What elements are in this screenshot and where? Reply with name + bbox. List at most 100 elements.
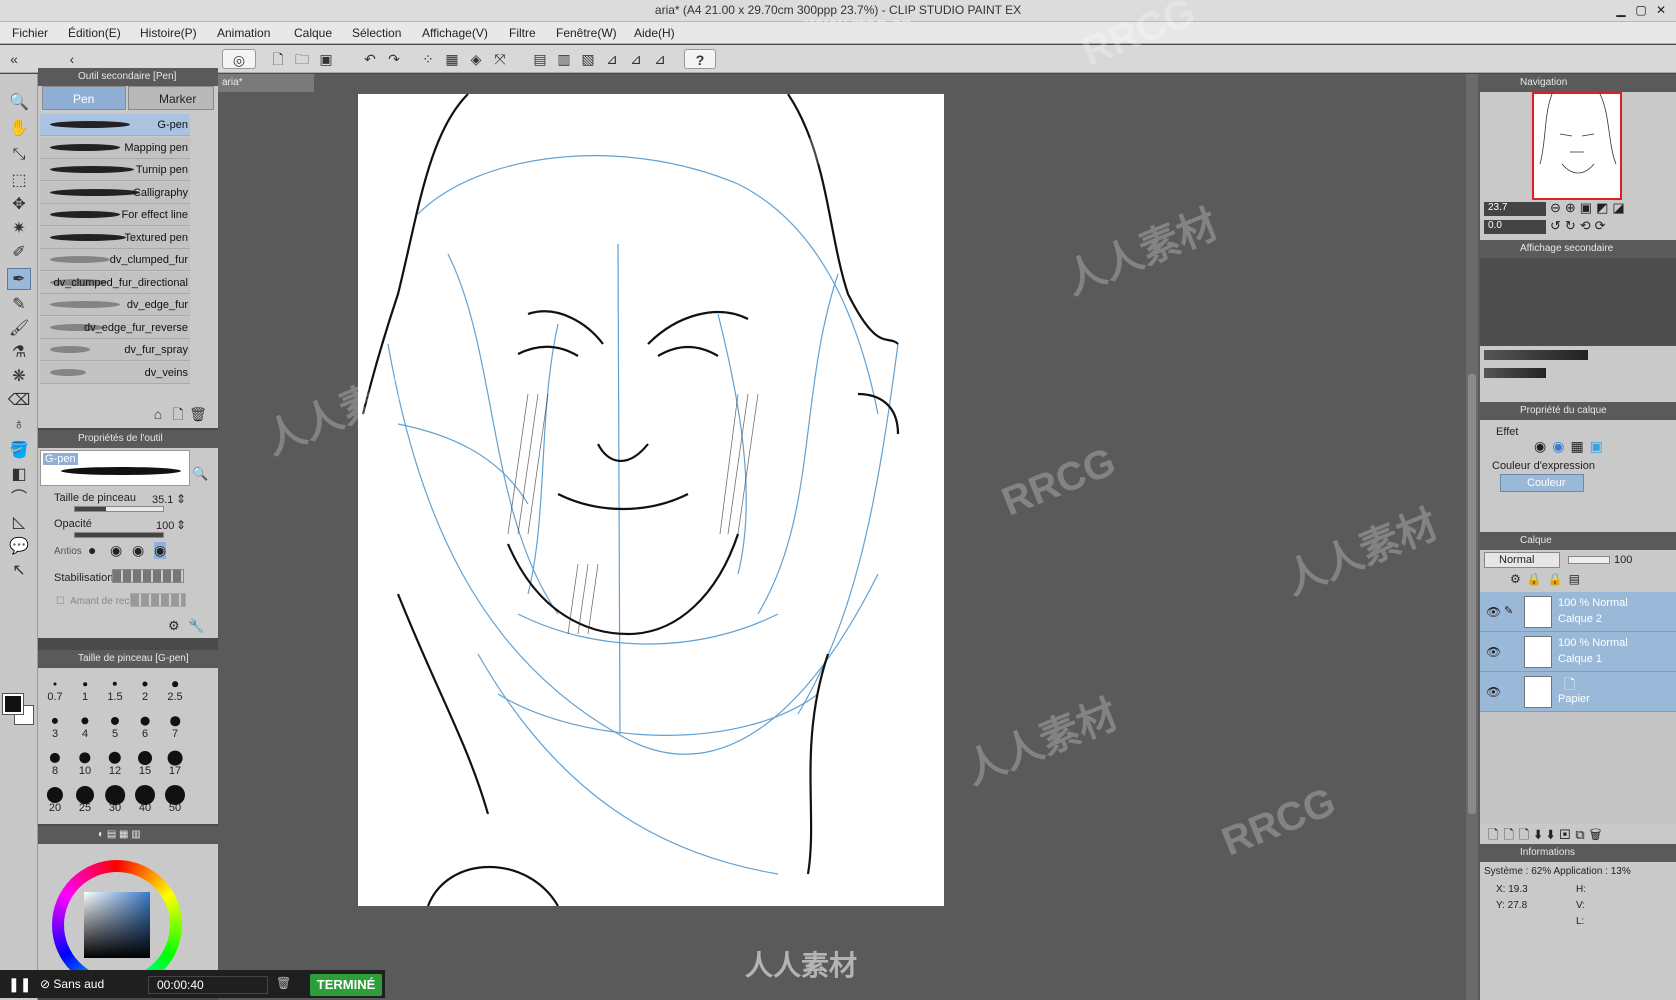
layer-opacity-value[interactable]: 100	[1614, 554, 1632, 566]
snap-icon[interactable]: ▧	[578, 49, 598, 69]
antialias-weak-icon[interactable]: ◉	[110, 542, 122, 559]
rotation-controls[interactable]: ↺↻⟲⟳	[1550, 218, 1610, 234]
brush-size-preset[interactable]: 15	[130, 748, 160, 778]
figure-tool-icon[interactable]: ⌒	[7, 488, 31, 510]
subtool-settings-icon[interactable]: ⌂	[148, 404, 168, 424]
help-icon[interactable]: ?	[684, 49, 716, 69]
snap-special-icon[interactable]: ⊿	[626, 49, 646, 69]
brush-size-preset[interactable]: 50	[160, 785, 190, 815]
menu-fichier[interactable]: Fichier	[12, 26, 48, 40]
brush-item[interactable]: Textured pen	[40, 226, 190, 249]
fill-tool-icon[interactable]: 🪣	[7, 440, 31, 462]
menu-animation[interactable]: Animation	[217, 26, 270, 40]
tool-settings-icon[interactable]: ⚙	[168, 618, 180, 634]
brush-size-preset[interactable]: 1	[70, 674, 100, 704]
open-file-icon[interactable]: 🗀	[292, 49, 312, 69]
brush-item[interactable]: For effect line	[40, 204, 190, 226]
color-saturation-square[interactable]	[84, 892, 150, 958]
tool-detail-icon[interactable]: 🔧	[188, 618, 204, 634]
menu-edition[interactable]: Édition(E)	[68, 26, 121, 40]
brush-item[interactable]: dv_clumped_fur	[40, 249, 190, 271]
brush-size-preset[interactable]: 2.5	[160, 674, 190, 704]
brush-item[interactable]: dv_edge_fur_reverse	[40, 316, 190, 339]
brush-size-preset[interactable]: 25	[70, 785, 100, 815]
menu-histoire[interactable]: Histoire(P)	[140, 26, 197, 40]
collapse-left-icon[interactable]: «	[4, 49, 24, 69]
airbrush-tool-icon[interactable]: ⚗	[7, 342, 31, 364]
menu-selection[interactable]: Sélection	[352, 26, 401, 40]
antialias-strong-icon[interactable]: ◉	[154, 542, 167, 559]
brush-size-preset[interactable]: 0.7	[40, 674, 70, 704]
canvas-scroll-thumb[interactable]	[1468, 374, 1476, 814]
visibility-eye-icon[interactable]: 👁	[1486, 645, 1501, 659]
visibility-eye-icon[interactable]: 👁	[1486, 605, 1501, 619]
minimize-icon[interactable]: ▁	[1614, 3, 1628, 17]
pen-tool-icon[interactable]: ✒	[7, 268, 31, 290]
redo-icon[interactable]: ↷	[384, 49, 404, 69]
brush-size-preset[interactable]: 40	[130, 785, 160, 815]
brush-size-value[interactable]: 35.1	[152, 494, 173, 506]
eyedropper-tool-icon[interactable]: ✐	[7, 242, 31, 264]
tab-pen[interactable]: Pen	[42, 86, 126, 110]
layer-row-papier[interactable]: 👁 🗋 Papier	[1480, 672, 1676, 712]
visibility-eye-icon[interactable]: 👁	[1486, 685, 1501, 699]
menu-fenetre[interactable]: Fenêtre(W)	[556, 26, 617, 40]
selection-tool-icon[interactable]: ⬚	[7, 170, 31, 192]
maximize-icon[interactable]: ▢	[1634, 3, 1648, 17]
brush-size-spinner-icon[interactable]: ⇕	[176, 492, 186, 506]
border-effect-icon[interactable]: ◉	[1534, 438, 1552, 454]
subtool-delete-icon[interactable]: 🗑	[188, 404, 208, 424]
frame-tool-icon[interactable]: ◺	[7, 512, 31, 534]
zoom-field[interactable]: 23.7	[1484, 202, 1546, 216]
clip-studio-logo-icon[interactable]: ◎	[222, 49, 256, 69]
auto-select-tool-icon[interactable]: ✷	[7, 218, 31, 240]
foreground-color-swatch[interactable]	[2, 693, 24, 715]
finish-recording-button[interactable]: TERMINÉ	[310, 974, 382, 996]
brush-size-preset[interactable]: 20	[40, 785, 70, 815]
brush-tool-icon[interactable]: 🖌	[7, 318, 31, 340]
layer-lock-icons[interactable]: ⚙🔒🔒▤	[1510, 572, 1586, 586]
brush-size-preset[interactable]: 17	[160, 748, 190, 778]
antialias-none-icon[interactable]: ●	[88, 542, 96, 558]
brush-size-preset[interactable]: 2	[130, 674, 160, 704]
brush-size-preset[interactable]: 6	[130, 711, 160, 741]
color-effect-icon[interactable]: ◉	[1552, 438, 1570, 454]
canvas-vertical-scrollbar[interactable]	[1466, 74, 1478, 1000]
expression-color-select[interactable]: Couleur	[1500, 474, 1584, 492]
hand-tool-icon[interactable]: ✋	[7, 118, 31, 140]
tab-marker[interactable]: Marker	[128, 86, 214, 110]
snap-ruler-icon[interactable]: ⊿	[602, 49, 622, 69]
operation-tool-icon[interactable]: ⤡	[7, 144, 31, 166]
ruler-icon[interactable]: ▥	[554, 49, 574, 69]
brush-size-preset[interactable]: 5	[100, 711, 130, 741]
zoom-tool-icon[interactable]: 🔍	[7, 92, 31, 114]
brush-item[interactable]: dv_clumped_fur_directional	[40, 271, 190, 294]
audio-mode[interactable]: ⊘ Sans aud	[40, 977, 104, 991]
back-arrow-icon[interactable]: ‹	[62, 49, 82, 69]
gradient-tool-icon[interactable]: ◧	[7, 464, 31, 486]
document-tab[interactable]: aria*	[218, 74, 314, 92]
brush-size-preset[interactable]: 4	[70, 711, 100, 741]
layer-color-icon[interactable]: ▣	[1590, 438, 1609, 454]
stabilization-steps[interactable]	[112, 569, 184, 583]
selection-invert-icon[interactable]: ▦	[442, 49, 462, 69]
brush-size-slider[interactable]	[74, 506, 164, 512]
decoration-tool-icon[interactable]: ❋	[7, 366, 31, 388]
layer-row-calque-1[interactable]: 👁 100 % Normal Calque 1	[1480, 632, 1676, 672]
brush-item[interactable]: dv_fur_spray	[40, 339, 190, 361]
brush-preview-zoom-icon[interactable]: 🔍	[192, 466, 208, 482]
brush-size-preset[interactable]: 3	[40, 711, 70, 741]
balloon-tool-icon[interactable]: 💬	[7, 536, 31, 558]
brush-item[interactable]: Calligraphy	[40, 181, 190, 204]
fill-icon[interactable]: ◈	[466, 49, 486, 69]
layer-row-calque-2[interactable]: 👁 ✎ 100 % Normal Calque 2	[1480, 592, 1676, 632]
close-icon[interactable]: ✕	[1654, 3, 1668, 17]
opacity-spinner-icon[interactable]: ⇕	[176, 518, 186, 532]
brush-item[interactable]: dv_veins	[40, 361, 190, 384]
selection-clear-icon[interactable]: ⁘	[418, 49, 438, 69]
menu-affichage[interactable]: Affichage(V)	[422, 26, 488, 40]
snap-grid-icon[interactable]: ⊿	[650, 49, 670, 69]
brush-item[interactable]: dv_edge_fur	[40, 294, 190, 316]
tone-effect-icon[interactable]: ▦	[1570, 438, 1589, 454]
brush-size-preset[interactable]: 30	[100, 785, 130, 815]
